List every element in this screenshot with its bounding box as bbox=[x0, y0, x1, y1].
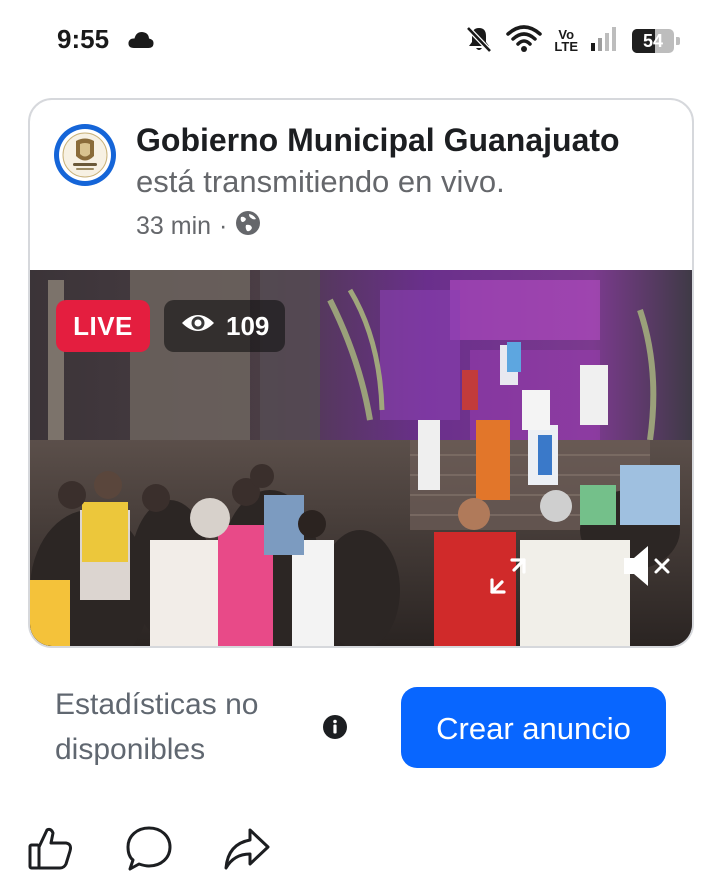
live-badge: LIVE bbox=[56, 300, 150, 352]
comment-icon[interactable] bbox=[124, 824, 174, 874]
live-video[interactable]: LIVE 109 bbox=[30, 270, 692, 646]
post-meta: 33 min · bbox=[136, 210, 261, 243]
page-avatar[interactable] bbox=[54, 124, 116, 186]
post-description: está transmitiendo en vivo. bbox=[136, 164, 505, 199]
info-icon[interactable] bbox=[323, 715, 347, 744]
eye-icon bbox=[180, 311, 216, 342]
like-icon[interactable] bbox=[26, 824, 76, 874]
insights-unavailable-text: Estadísticas no disponibles bbox=[55, 688, 259, 766]
globe-icon bbox=[235, 210, 261, 243]
expand-icon[interactable] bbox=[486, 554, 530, 598]
viewer-count: 109 bbox=[164, 300, 286, 352]
municipal-logo-icon bbox=[62, 132, 108, 178]
volte-bottom: LTE bbox=[554, 39, 578, 54]
meta-separator: · bbox=[219, 212, 228, 240]
mute-notifications-icon bbox=[464, 24, 494, 59]
battery-icon: 54 bbox=[632, 29, 680, 53]
cloud-icon bbox=[128, 31, 154, 54]
viewer-count-value: 109 bbox=[226, 310, 270, 341]
signal-icon bbox=[590, 26, 620, 57]
page-name[interactable]: Gobierno Municipal Guanajuato bbox=[136, 122, 620, 159]
battery-percent: 54 bbox=[642, 31, 664, 51]
status-time: 9:55 bbox=[57, 24, 110, 54]
share-icon[interactable] bbox=[222, 824, 272, 874]
speaker-muted-icon[interactable] bbox=[618, 540, 676, 592]
post-time[interactable]: 33 min bbox=[136, 212, 211, 241]
wifi-icon bbox=[506, 24, 543, 58]
volte-indicator: Vo LTE bbox=[554, 28, 578, 54]
status-bar: 9:55 Vo LTE 54 bbox=[0, 0, 720, 84]
status-icons: Vo LTE 54 bbox=[464, 24, 680, 58]
live-post-card[interactable]: Gobierno Municipal Guanajuato está trans… bbox=[28, 98, 694, 648]
create-ad-button[interactable]: Crear anuncio bbox=[401, 687, 666, 768]
